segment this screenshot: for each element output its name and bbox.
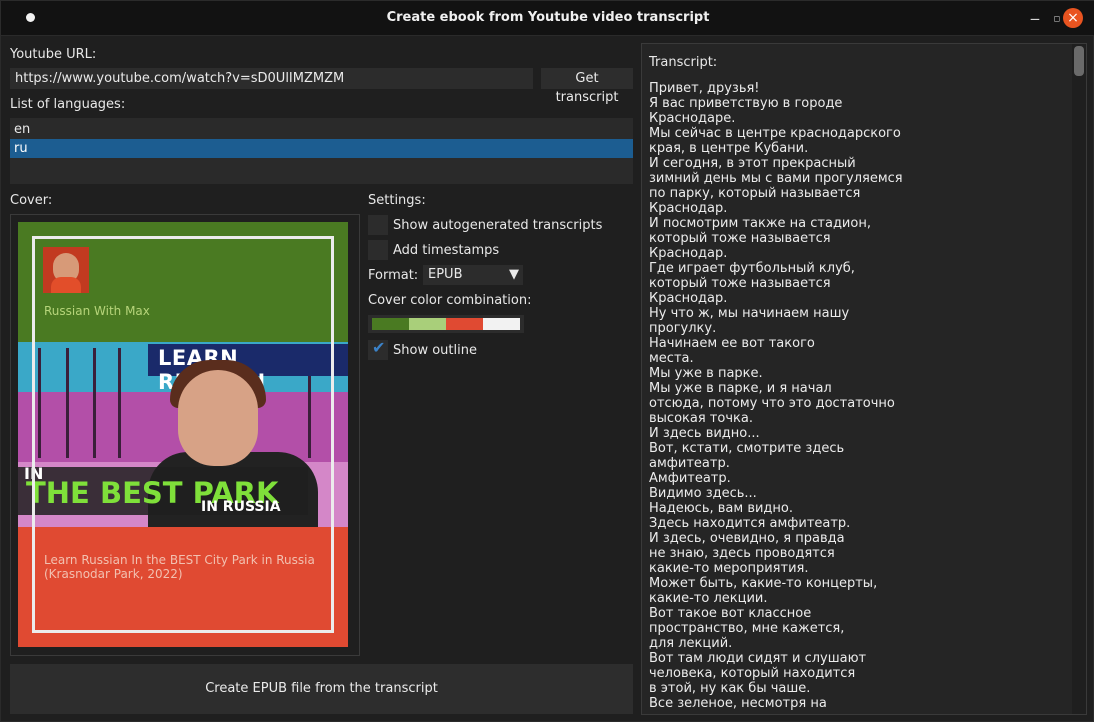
- minimize-icon[interactable]: ‒: [1026, 10, 1044, 28]
- transcript-line: Вот такое вот классное: [649, 606, 812, 621]
- cover-outline: [32, 236, 334, 633]
- transcript-line: места.: [649, 351, 694, 366]
- transcript-line: Амфитеатр.: [649, 471, 731, 486]
- transcript-line: по парку, который называется: [649, 186, 861, 201]
- youtube-url-input[interactable]: https://www.youtube.com/watch?v=sD0UlIMZ…: [10, 68, 533, 89]
- transcript-line: Все зеленое, несмотря на: [649, 696, 827, 711]
- cover-preview: Russian With Max LEARN RUSSIAN IN THE BE…: [18, 222, 348, 647]
- transcript-line: который тоже называется: [649, 276, 831, 291]
- transcript-line: Мы уже в парке.: [649, 366, 763, 381]
- language-list[interactable]: en ru: [10, 118, 633, 184]
- transcript-line: И здесь, очевидно, я правда: [649, 531, 845, 546]
- transcript-scrollbar[interactable]: [1072, 44, 1086, 714]
- transcript-line: Я вас приветствую в городе: [649, 96, 843, 111]
- transcript-line: амфитеатр.: [649, 456, 730, 471]
- transcript-line: Где играет футбольный клуб,: [649, 261, 855, 276]
- transcript-line: пространство, мне кажется,: [649, 621, 845, 636]
- color-swatch-4: [483, 318, 520, 330]
- settings-label: Settings:: [368, 193, 426, 208]
- close-icon[interactable]: ×: [1063, 8, 1083, 28]
- autogenerated-label: Show autogenerated transcripts: [393, 218, 603, 233]
- show-outline-checkbox[interactable]: ✔: [368, 338, 388, 360]
- format-select[interactable]: EPUB ▼: [423, 265, 523, 285]
- transcript-text[interactable]: Привет, друзья! Я вас приветствую в город…: [649, 81, 1069, 711]
- transcript-line: Видимо здесь...: [649, 486, 757, 501]
- transcript-line: Краснодар.: [649, 291, 728, 306]
- color-combination-label: Cover color combination:: [368, 293, 532, 308]
- transcript-panel[interactable]: Transcript: Привет, друзья! Я вас приветс…: [641, 43, 1087, 715]
- transcript-line: Мы сейчас в центре краснодарского: [649, 126, 901, 141]
- format-label: Format:: [368, 268, 419, 283]
- language-item-en[interactable]: en: [10, 120, 633, 139]
- timestamps-label: Add timestamps: [393, 243, 500, 258]
- window-title: Create ebook from Youtube video transcri…: [386, 10, 710, 25]
- transcript-line: Мы уже в парке, и я начал: [649, 381, 832, 396]
- transcript-line: Здесь находится амфитеатр.: [649, 516, 851, 531]
- transcript-line: какие-то лекции.: [649, 591, 768, 606]
- app-window: Create ebook from Youtube video transcri…: [0, 0, 1094, 722]
- checkmark-icon: ✔: [372, 338, 386, 357]
- create-epub-button[interactable]: Create EPUB file from the transcript: [10, 664, 633, 714]
- transcript-line: И посмотрим также на стадион,: [649, 216, 871, 231]
- transcript-line: Начинаем ее вот такого: [649, 336, 815, 351]
- transcript-line: прогулку.: [649, 321, 717, 336]
- transcript-line: Вот, кстати, смотрите здесь: [649, 441, 845, 456]
- transcript-line: Краснодар.: [649, 201, 728, 216]
- transcript-line: какие-то мероприятия.: [649, 561, 809, 576]
- format-value: EPUB: [428, 267, 463, 282]
- transcript-line: И сегодня, в этот прекрасный: [649, 156, 856, 171]
- transcript-line: для лекций.: [649, 636, 733, 651]
- transcript-line: зимний день мы с вами прогуляемся: [649, 171, 903, 186]
- language-item-ru[interactable]: ru: [10, 139, 633, 158]
- transcript-line: в этой, ну как бы чаше.: [649, 681, 811, 696]
- transcript-line: который тоже называется: [649, 231, 831, 246]
- languages-label: List of languages:: [10, 97, 126, 112]
- color-swatch-1: [372, 318, 409, 330]
- url-label: Youtube URL:: [10, 47, 97, 62]
- autogenerated-checkbox[interactable]: [368, 215, 388, 235]
- show-outline-label: Show outline: [393, 343, 477, 358]
- transcript-line: И здесь видно...: [649, 426, 760, 441]
- transcript-line: Надеюсь, вам видно.: [649, 501, 793, 516]
- color-combination-picker[interactable]: [368, 315, 524, 333]
- transcript-label: Transcript:: [649, 55, 718, 70]
- get-transcript-button[interactable]: Get transcript: [541, 68, 633, 105]
- transcript-line: Ну что ж, мы начинаем нашу: [649, 306, 850, 321]
- transcript-line: Краснодаре.: [649, 111, 736, 126]
- transcript-line: края, в центре Кубани.: [649, 141, 809, 156]
- transcript-line: Привет, друзья!: [649, 81, 760, 96]
- transcript-line: Вот там люди сидят и слушают: [649, 651, 867, 666]
- color-swatch-2: [409, 318, 446, 330]
- timestamps-checkbox[interactable]: [368, 240, 388, 260]
- transcript-line: не знаю, здесь проводятся: [649, 546, 835, 561]
- transcript-line: Может быть, какие-то концерты,: [649, 576, 878, 591]
- dropdown-arrow-icon: ▼: [509, 267, 519, 282]
- transcript-line: Краснодар.: [649, 246, 728, 261]
- cover-label: Cover:: [10, 193, 53, 208]
- transcript-line: отсюда, потому что это достаточно: [649, 396, 895, 411]
- scrollbar-thumb[interactable]: [1074, 46, 1084, 76]
- transcript-line: человека, который находится: [649, 666, 856, 681]
- transcript-line: высокая точка.: [649, 411, 753, 426]
- color-swatch-3: [446, 318, 483, 330]
- title-bar: Create ebook from Youtube video transcri…: [1, 1, 1094, 36]
